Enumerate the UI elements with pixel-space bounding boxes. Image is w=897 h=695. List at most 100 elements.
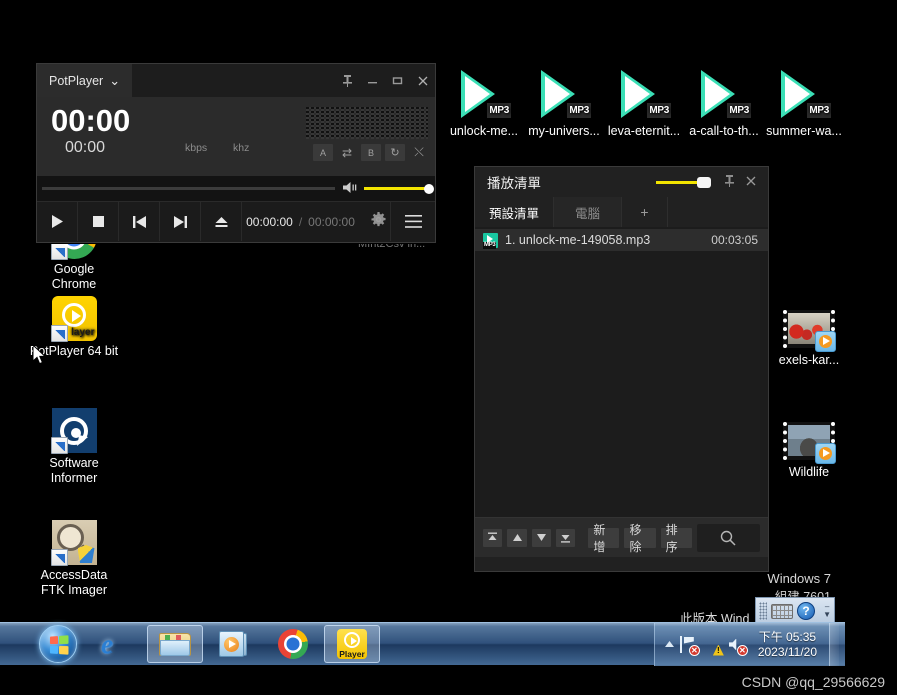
close-icon[interactable] (740, 175, 762, 190)
pin-icon[interactable] (718, 174, 740, 190)
watermark-line1: Windows 7 (767, 571, 831, 586)
list-item-name: 1. unlock-me-149058.mp3 (505, 233, 711, 247)
desktop-icon-label: unlock-me... (449, 124, 519, 138)
ab-repeat-b-button[interactable]: B (361, 144, 381, 161)
loop-icon[interactable]: ↻ (385, 144, 405, 161)
taskbar-item-potplayer[interactable]: Player (324, 625, 380, 663)
desktop-icon-ftk-imager[interactable]: AccessData FTK Imager (28, 520, 120, 598)
menu-icon[interactable] (391, 202, 435, 241)
potplayer-mini-buttons: A ⇄ B ↻ ⤬ (313, 144, 429, 161)
volume-icon[interactable] (343, 181, 358, 197)
start-button[interactable] (31, 623, 85, 665)
media-player-badge-icon (815, 331, 836, 352)
list-item-filename: unlock-me-149058.mp3 (518, 233, 651, 247)
desktop-icon-video[interactable]: exels-kar... (763, 310, 855, 368)
playlist-opacity-knob[interactable] (697, 176, 711, 188)
shortcut-arrow-icon (50, 243, 68, 260)
ftk-imager-icon (50, 520, 97, 566)
move-up-button[interactable] (507, 528, 527, 547)
move-to-top-button[interactable] (483, 528, 503, 547)
volume-slider-knob[interactable] (424, 183, 434, 194)
mp3-badge: MP3 (567, 103, 591, 118)
volume-slider[interactable] (364, 183, 434, 194)
pin-icon[interactable] (335, 64, 360, 97)
drag-grip-icon[interactable] (759, 602, 767, 620)
move-down-button[interactable] (531, 528, 552, 547)
shuffle-icon[interactable]: ⤬ (409, 144, 429, 161)
next-button[interactable] (160, 202, 201, 241)
desktop-icon-video[interactable]: Wildlife (763, 422, 855, 480)
playlist-titlebar[interactable]: 播放清單 (475, 167, 768, 197)
taskbar[interactable]: e Player ✕ ! ✕ 下午 05:35 2023/11/20 (0, 622, 845, 666)
stop-button[interactable] (78, 202, 119, 241)
sort-button[interactable]: 排序 (660, 523, 692, 554)
titlebar-drag-area[interactable] (132, 64, 335, 97)
mp3-file-icon: MP3 (617, 67, 671, 121)
show-desktop-button[interactable] (829, 623, 839, 666)
system-tray[interactable]: ✕ ! ✕ 下午 05:35 2023/11/20 (653, 623, 845, 666)
desktop-icon-mp3[interactable]: MP3 leva-eternit... (598, 67, 690, 139)
tab-computer[interactable]: 電腦 (554, 197, 623, 227)
clock[interactable]: 下午 05:35 2023/11/20 (752, 630, 823, 660)
help-icon[interactable]: ? (797, 602, 815, 620)
potplayer-title-tab[interactable]: PotPlayer ⌄ (37, 64, 133, 97)
desktop-icon-software-informer[interactable]: Software Informer (28, 408, 120, 486)
repeat-toggle-icon[interactable]: ⇄ (337, 144, 357, 161)
on-screen-keyboard-icon[interactable] (771, 603, 793, 619)
taskbar-item-windows-media-player[interactable] (206, 625, 262, 663)
desktop-icon-label: summer-wa... (766, 124, 842, 138)
move-to-bottom-button[interactable] (556, 528, 576, 547)
add-button[interactable]: 新增 (588, 523, 620, 554)
desktop-icon-mp3[interactable]: MP3 summer-wa... (758, 67, 850, 139)
taskbar-item-windows-explorer[interactable] (147, 625, 203, 663)
tabs-empty-area (668, 197, 768, 227)
chevron-down-icon[interactable]: ▼ (823, 610, 831, 619)
bitrate-label: kbps (185, 142, 208, 154)
toolbar-collapse-icons[interactable]: – ▼ (823, 603, 831, 619)
potplayer-title-text: PotPlayer (49, 73, 104, 88)
shortcut-arrow-icon (50, 325, 68, 342)
taskbar-item-google-chrome[interactable] (265, 625, 321, 663)
desktop-icon-mp3[interactable]: MP3 a-call-to-th... (678, 67, 770, 139)
play-button[interactable] (37, 202, 78, 241)
chevron-down-icon[interactable]: ⌄ (109, 73, 120, 89)
windows-flag-icon (49, 635, 69, 655)
playlist-window[interactable]: 播放清單 預設清單 電腦 + MP3 1. unlock-me-149058.m… (474, 166, 769, 572)
samplerate-label: khz (233, 142, 250, 154)
show-hidden-icons-button[interactable] (664, 640, 674, 649)
network-icon[interactable]: ! (704, 636, 724, 656)
tab-default-playlist[interactable]: 預設清單 (475, 197, 555, 227)
tab-add-new[interactable]: + (622, 197, 669, 227)
action-center-flag-icon[interactable]: ✕ (679, 635, 700, 656)
potplayer-timecode: 00:00:00 / 00:00:00 (242, 202, 391, 241)
minimize-icon[interactable] (360, 64, 385, 97)
gear-icon[interactable] (371, 212, 386, 231)
maximize-icon[interactable] (385, 64, 410, 97)
list-item[interactable]: MP3 1. unlock-me-149058.mp3 00:03:05 (475, 229, 768, 251)
error-badge-icon: ✕ (688, 644, 700, 656)
playlist-items-area[interactable]: MP3 1. unlock-me-149058.mp3 00:03:05 (475, 227, 768, 517)
volume-muted-icon[interactable]: ✕ (728, 636, 748, 656)
desktop-icon-mp3[interactable]: MP3 unlock-me... (438, 67, 530, 139)
bubble-tail-icon (76, 435, 88, 448)
previous-button[interactable] (119, 202, 160, 241)
remove-button[interactable]: 移除 (624, 523, 656, 554)
desktop-icon-mp3[interactable]: MP3 my-univers... (518, 67, 610, 139)
seek-slider[interactable] (42, 187, 335, 190)
potplayer-window[interactable]: PotPlayer ⌄ 00:00 00:00 kbps khz A ⇄ B ↻… (36, 63, 436, 243)
internet-explorer-icon: e (101, 629, 113, 659)
desktop-icon-label: leva-eternit... (607, 124, 681, 138)
eject-button[interactable] (201, 202, 242, 241)
taskbar-item-internet-explorer[interactable]: e (88, 625, 144, 663)
ab-repeat-a-button[interactable]: A (313, 144, 333, 161)
video-file-icon (783, 310, 836, 352)
potplayer-titlebar[interactable]: PotPlayer ⌄ (37, 64, 435, 97)
close-icon[interactable] (410, 64, 435, 97)
search-button[interactable] (696, 523, 760, 552)
mp3-badge: MP3 (647, 103, 671, 118)
chrome-icon (278, 629, 308, 659)
playlist-opacity-slider[interactable] (656, 176, 711, 188)
potplayer-wordmark: Player (339, 649, 365, 659)
playlist-title: 播放清單 (487, 176, 541, 191)
ease-of-access-toolbar[interactable]: ? – ▼ (755, 597, 835, 625)
